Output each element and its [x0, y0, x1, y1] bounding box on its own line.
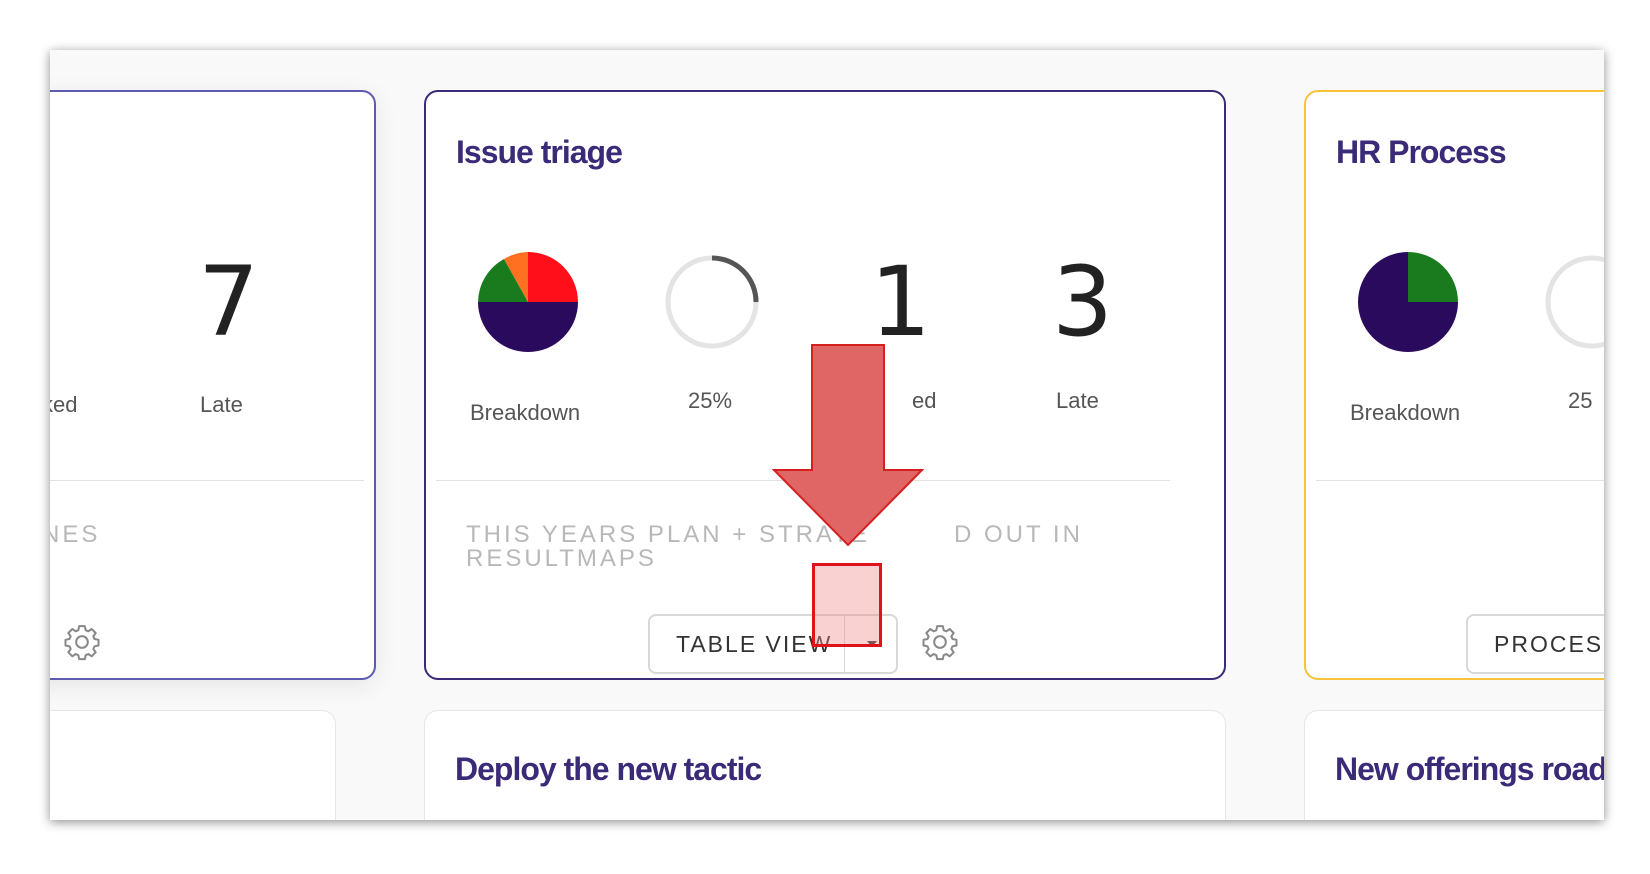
- progress-label: 25%: [688, 388, 733, 413]
- progress-ring: [665, 255, 759, 349]
- breakdown-label: Breakdown: [470, 400, 581, 425]
- card-left-partial[interactable]: 7 ked Late NES: [50, 90, 376, 680]
- card-title: HR Process: [1336, 134, 1507, 170]
- late-label: Late: [1056, 388, 1099, 413]
- description-line-1-end: D OUT IN: [954, 521, 1083, 548]
- annotation-highlight-box: [812, 563, 882, 647]
- progress-arc: [711, 255, 759, 303]
- breakdown-pie-chart[interactable]: [1358, 252, 1458, 352]
- card-hr-process[interactable]: HR Process Breakdown 25 PROCES: [1304, 90, 1604, 680]
- dashboard-frame: 7 ked Late NES Issue triage Breakdown 25…: [50, 50, 1604, 820]
- blocked-label-partial: ked: [50, 392, 78, 417]
- late-label: Late: [200, 392, 243, 417]
- breakdown-label: Breakdown: [1350, 400, 1461, 425]
- blocked-count: 1: [870, 246, 932, 358]
- progress-ring: [1545, 255, 1604, 349]
- card-divider: [50, 480, 364, 481]
- progress-label-partial: 25: [1568, 388, 1593, 413]
- pie-slice-purple: [478, 302, 578, 352]
- process-view-button[interactable]: PROCES: [1466, 614, 1604, 674]
- table-view-label: TABLE VIEW: [676, 630, 833, 657]
- late-count: 7: [198, 246, 260, 358]
- card-title: New offerings road: [1335, 751, 1604, 787]
- card-title: Issue triage: [456, 134, 623, 170]
- description-line-2: RESULTMAPS: [466, 545, 657, 572]
- card-bottom-left[interactable]: [50, 710, 336, 820]
- gear-icon[interactable]: [62, 622, 102, 662]
- breakdown-pie-chart[interactable]: [478, 252, 578, 352]
- gear-icon[interactable]: [920, 622, 960, 662]
- card-description-partial: NES: [50, 521, 101, 548]
- card-deploy-tactic[interactable]: Deploy the new tactic: [424, 710, 1226, 820]
- process-view-label: PROCES: [1494, 630, 1604, 657]
- annotation-arrow-icon: [771, 344, 925, 547]
- card-title: Deploy the new tactic: [455, 751, 762, 787]
- card-divider: [1316, 480, 1604, 481]
- card-new-offerings[interactable]: New offerings road: [1304, 710, 1604, 820]
- pie-slice-green: [1408, 252, 1458, 302]
- pie-slice-red: [528, 252, 578, 302]
- late-count: 3: [1052, 246, 1114, 358]
